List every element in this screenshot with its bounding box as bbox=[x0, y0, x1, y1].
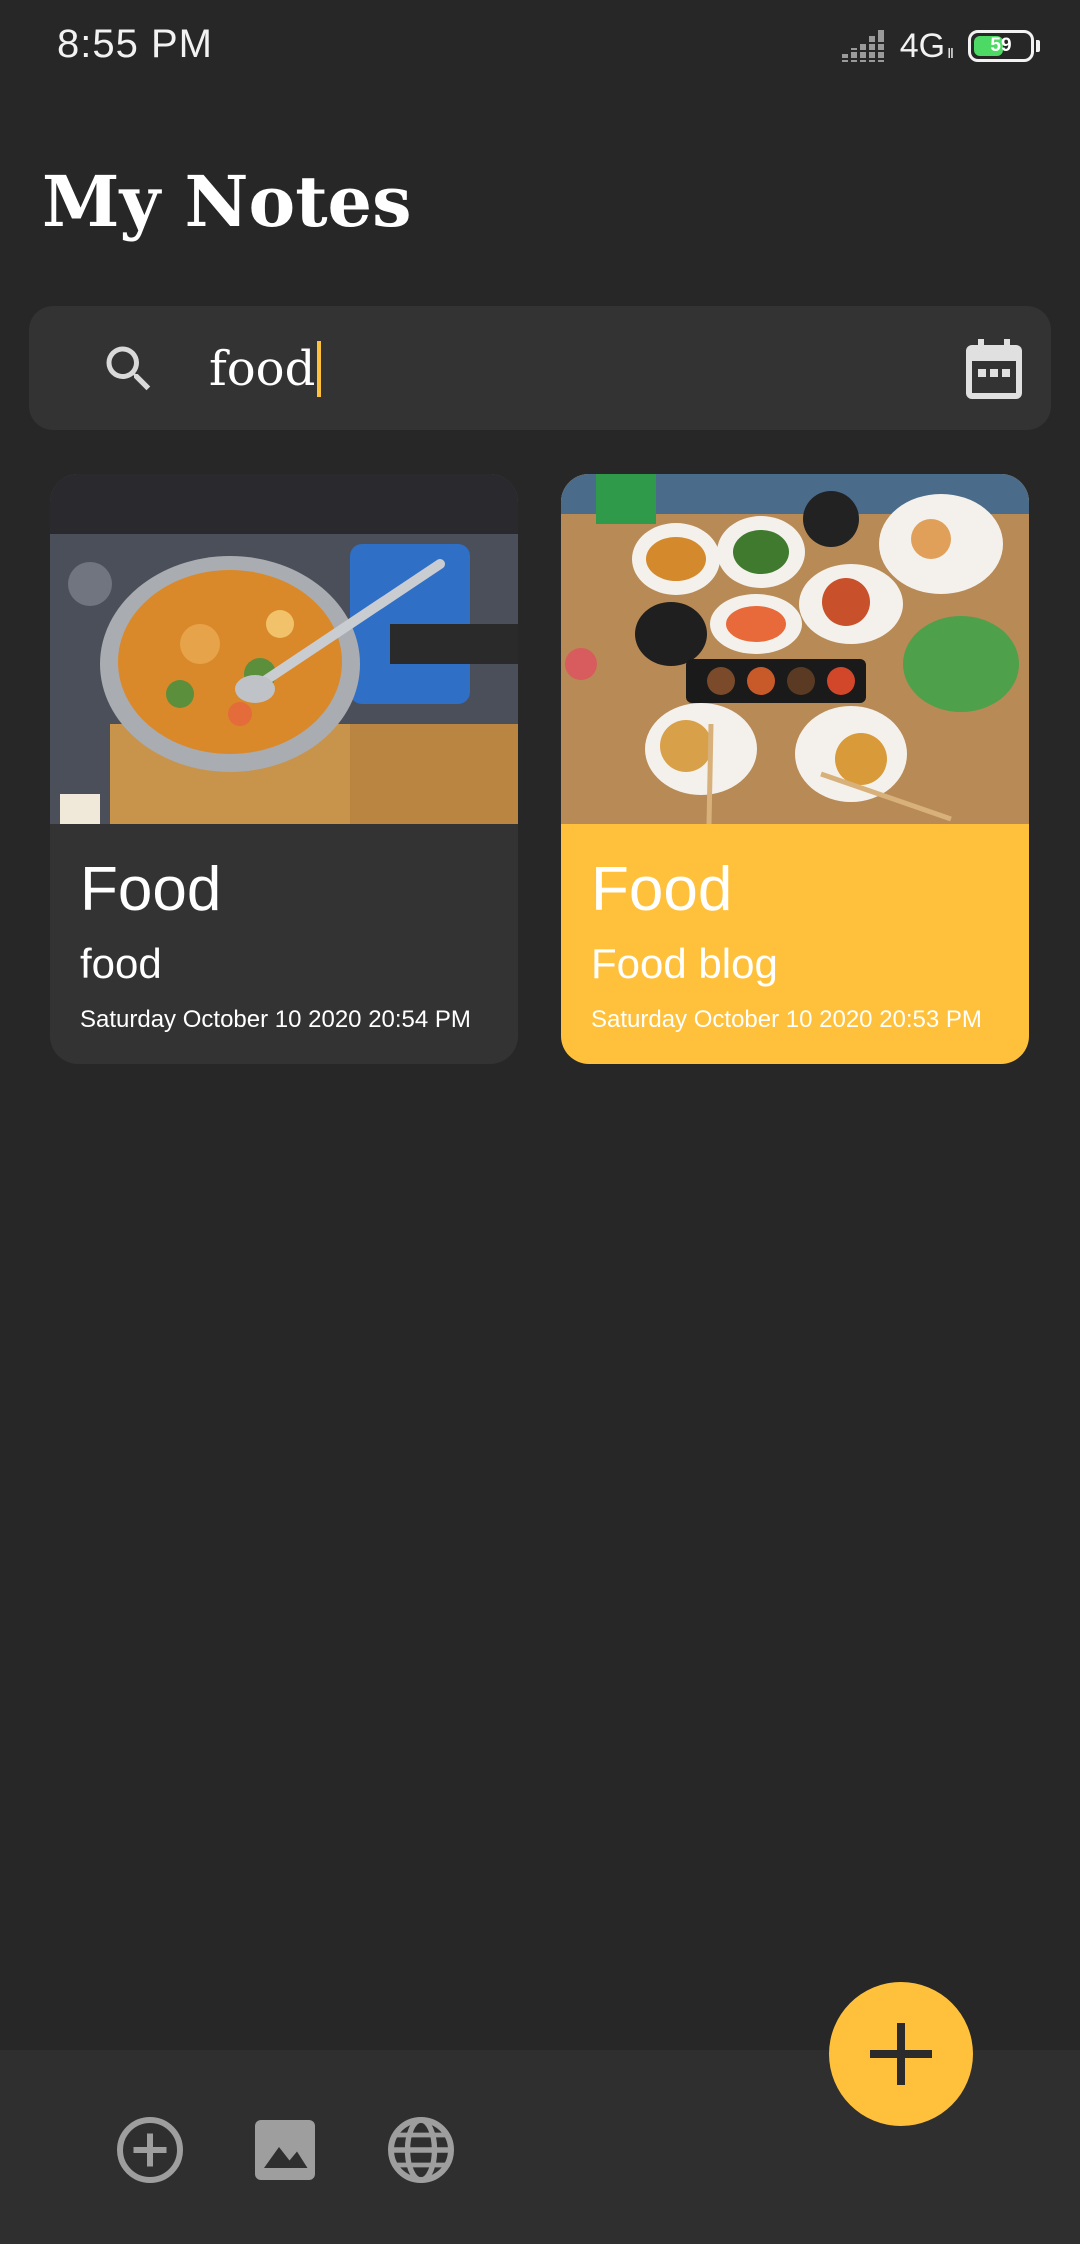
note-card[interactable]: Food food Saturday October 10 2020 20:54… bbox=[50, 474, 518, 1064]
search-input[interactable]: food bbox=[209, 336, 322, 402]
text-cursor bbox=[317, 341, 322, 397]
battery-cap bbox=[1036, 40, 1040, 52]
hot-pot-photo bbox=[50, 474, 518, 824]
page-title: My Notes bbox=[42, 160, 412, 243]
calendar-icon[interactable] bbox=[964, 339, 1024, 401]
note-subtitle: Food blog bbox=[591, 940, 778, 987]
note-title: Food bbox=[591, 855, 733, 924]
note-date: Saturday October 10 2020 20:53 PM bbox=[591, 1006, 982, 1033]
note-image-seafood bbox=[561, 474, 1029, 824]
note-card[interactable]: Food Food blog Saturday October 10 2020 … bbox=[561, 474, 1029, 1064]
search-icon[interactable] bbox=[99, 339, 159, 399]
image-icon[interactable] bbox=[249, 2114, 321, 2186]
add-circle-icon[interactable] bbox=[114, 2114, 186, 2186]
add-note-fab[interactable] bbox=[829, 1982, 973, 2126]
status-time: 8:55 PM bbox=[57, 22, 213, 66]
note-date: Saturday October 10 2020 20:54 PM bbox=[80, 1006, 471, 1033]
battery-icon: 59 bbox=[968, 30, 1034, 62]
status-indicators: 4G Ⅱ 59 bbox=[841, 26, 1040, 66]
seafood-table-photo bbox=[561, 474, 1029, 824]
network-type: 4G bbox=[899, 26, 946, 65]
signal-icon bbox=[841, 30, 884, 62]
status-bar: 8:55 PM 4G Ⅱ 59 bbox=[0, 0, 1080, 96]
note-title: Food bbox=[80, 855, 222, 924]
battery-level: 59 bbox=[990, 35, 1012, 56]
plus-icon bbox=[870, 2023, 932, 2085]
notes-screen: 8:55 PM 4G Ⅱ 59 My Notes food Food food … bbox=[0, 0, 1080, 2244]
search-input-value[interactable]: food bbox=[209, 341, 315, 397]
search-bar[interactable]: food bbox=[29, 306, 1051, 430]
note-image-hot-pot bbox=[50, 474, 518, 824]
network-activity-icon: Ⅱ bbox=[947, 44, 954, 61]
globe-icon[interactable] bbox=[385, 2114, 457, 2186]
note-subtitle: food bbox=[80, 940, 162, 987]
